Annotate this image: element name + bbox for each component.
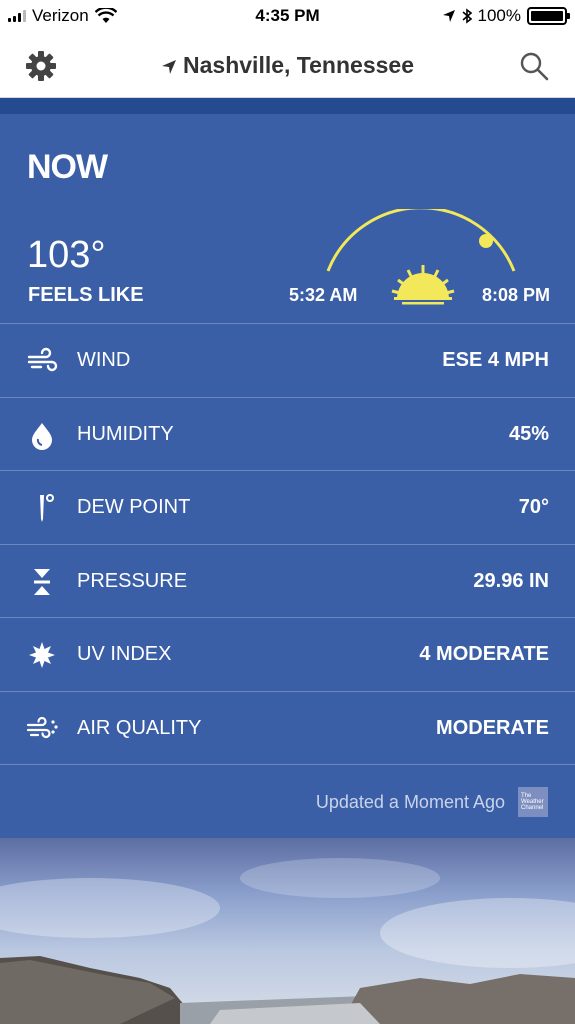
- condition-row-pressure: PRESSURE 29.96 IN: [0, 543, 575, 618]
- thermometer-icon: [40, 494, 54, 523]
- pressure-icon: [34, 568, 50, 595]
- app-header: Nashville, Tennessee: [0, 34, 575, 98]
- condition-label: AIR QUALITY: [77, 716, 202, 739]
- condition-row-wind: WIND ESE 4 MPH: [0, 323, 575, 397]
- condition-row-humidity: HUMIDITY 45%: [0, 396, 575, 471]
- sunrise-sun-icon: [391, 265, 455, 305]
- condition-value: MODERATE: [436, 716, 549, 739]
- condition-value: 4 MODERATE: [419, 643, 549, 666]
- location-title[interactable]: Nashville, Tennessee: [0, 52, 575, 79]
- condition-label: PRESSURE: [77, 569, 188, 592]
- location-photo[interactable]: [0, 838, 575, 1024]
- condition-label: HUMIDITY: [77, 422, 174, 445]
- battery-icon: [527, 7, 570, 25]
- condition-value: 29.96 IN: [473, 569, 549, 592]
- condition-value: 45%: [508, 422, 549, 445]
- sun-position-marker: [479, 234, 493, 248]
- conditions-list: WIND ESE 4 MPH HUMIDITY 45% DEW POINT 70…: [0, 323, 575, 765]
- uv-sun-icon: [29, 642, 55, 669]
- status-right: 100%: [442, 6, 570, 26]
- condition-row-dew-point: DEW POINT 70°: [0, 470, 575, 544]
- condition-label: UV INDEX: [77, 643, 172, 666]
- condition-label: WIND: [77, 349, 131, 371]
- landscape-illustration: [0, 956, 575, 1024]
- current-conditions-card: NOW 103° FEELS LIKE 5:32 AM 8:08 PM WIND…: [0, 114, 575, 838]
- sunset-time: 8:08 PM: [481, 285, 550, 305]
- updated-timestamp: Updated a Moment Ago: [315, 792, 505, 812]
- location-arrow-icon: [162, 59, 177, 74]
- condition-value: ESE 4 MPH: [442, 349, 549, 371]
- air-quality-icon: [26, 716, 58, 739]
- wind-icon: [27, 347, 58, 372]
- battery-percent: 100%: [477, 6, 521, 25]
- temperature: 103°: [27, 234, 106, 276]
- section-title: NOW: [27, 148, 108, 186]
- humidity-drop-icon: [32, 422, 52, 450]
- weather-channel-logo[interactable]: The Weather Channel: [518, 787, 548, 817]
- feels-like-label: FEELS LIKE: [28, 284, 144, 306]
- location-arrow-icon: [442, 10, 455, 22]
- condition-row-uv-index: UV INDEX 4 MODERATE: [0, 617, 575, 691]
- sunrise-time: 5:32 AM: [289, 285, 358, 305]
- condition-label: DEW POINT: [77, 496, 191, 519]
- status-bar: Verizon 4:35 PM 100%: [0, 0, 575, 34]
- bluetooth-icon: [461, 8, 472, 24]
- header-accent-band: [0, 98, 575, 114]
- search-icon[interactable]: [519, 51, 549, 81]
- condition-row-air-quality: AIR QUALITY MODERATE: [0, 690, 575, 765]
- sun-arc-chart: [326, 209, 516, 305]
- condition-value: 70°: [518, 496, 549, 519]
- location-name: Nashville, Tennessee: [183, 52, 414, 78]
- logo-text: The Weather Channel: [521, 793, 544, 811]
